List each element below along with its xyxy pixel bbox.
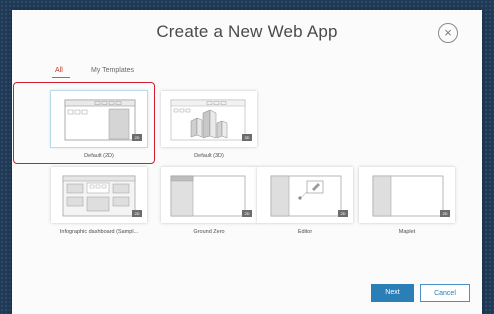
2d-badge: 2D bbox=[132, 210, 142, 217]
template-card-default-3d[interactable]: 3D bbox=[161, 91, 257, 147]
template-card-ground-zero[interactable]: 2D bbox=[161, 167, 257, 223]
3d-badge: 3D bbox=[242, 134, 252, 141]
template-label-maplet: Maplet bbox=[398, 229, 416, 235]
2d-badge: 2D bbox=[440, 210, 450, 217]
template-card-infographic-dashboard[interactable]: 2D bbox=[51, 167, 147, 223]
2d-badge: 2D bbox=[338, 210, 348, 217]
template-card-editor[interactable]: 2D bbox=[257, 167, 353, 223]
template-label-infographic-dashboard: Infographic dashboard (Sampl... bbox=[59, 229, 139, 235]
tab-my-templates[interactable]: My Templates bbox=[91, 67, 134, 74]
template-label-ground-zero: Ground Zero bbox=[193, 229, 225, 235]
dialog-title: Create a New Web App bbox=[156, 22, 338, 41]
next-button[interactable]: Next bbox=[371, 284, 414, 302]
template-label-default-3d: Default (3D) bbox=[194, 153, 224, 159]
active-tab-indicator bbox=[52, 77, 70, 79]
tab-all[interactable]: All bbox=[52, 67, 70, 79]
cancel-button[interactable]: Cancel bbox=[420, 284, 470, 302]
2d-badge: 2D bbox=[242, 210, 252, 217]
template-card-maplet[interactable]: 2D bbox=[359, 167, 455, 223]
tab-all-label: All bbox=[55, 67, 63, 74]
template-label-editor: Editor bbox=[297, 229, 313, 235]
tab-my-templates-label: My Templates bbox=[91, 67, 135, 74]
selection-highlight bbox=[13, 82, 155, 164]
close-icon[interactable]: × bbox=[438, 23, 458, 43]
